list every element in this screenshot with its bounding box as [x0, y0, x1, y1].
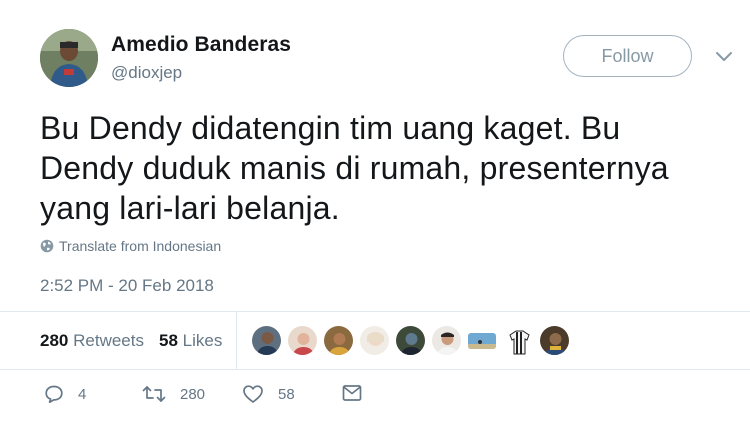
- follow-button[interactable]: Follow: [563, 35, 692, 77]
- retweets-stat[interactable]: 280 Retweets: [40, 331, 144, 351]
- more-options-chevron-down-icon[interactable]: [713, 47, 735, 67]
- liker-avatar[interactable]: [251, 325, 282, 356]
- tweet-text: Bu Dendy didatengin tim uang kaget. Bu D…: [40, 110, 669, 226]
- tweet-actions: 4 280 58: [0, 384, 750, 414]
- liker-avatar[interactable]: [395, 325, 426, 356]
- likes-label: Likes: [182, 331, 223, 350]
- envelope-icon: [342, 385, 362, 401]
- reply-icon: [45, 385, 63, 404]
- retweet-count: 280: [180, 385, 206, 403]
- liker-avatar[interactable]: [431, 325, 462, 356]
- like-button[interactable]: 58: [242, 384, 295, 404]
- translate-label: Translate from Indonesian: [59, 238, 222, 254]
- user-avatar-icon: [40, 29, 98, 87]
- liker-avatar[interactable]: [503, 325, 534, 356]
- reply-count: 4: [78, 385, 87, 403]
- direct-message-button[interactable]: [342, 384, 362, 402]
- author-display-name[interactable]: Amedio Banderas: [111, 33, 291, 57]
- retweets-count: 280: [40, 331, 69, 350]
- stats-divider-top: [0, 311, 750, 312]
- reply-button[interactable]: 4: [44, 384, 86, 404]
- like-count: 58: [278, 385, 295, 403]
- liker-avatar[interactable]: [539, 325, 570, 356]
- liker-avatar[interactable]: [287, 325, 318, 356]
- tweet-timestamp[interactable]: 2:52 PM - 20 Feb 2018: [40, 276, 214, 296]
- likes-stat[interactable]: 58 Likes: [159, 331, 222, 351]
- retweet-icon: [142, 386, 166, 402]
- author-username[interactable]: @dioxjep: [111, 63, 182, 83]
- liker-avatar[interactable]: [323, 325, 354, 356]
- stats-divider-vertical: [236, 311, 237, 369]
- liker-avatar[interactable]: [359, 325, 390, 356]
- heart-icon: [243, 385, 263, 403]
- liker-avatar[interactable]: [467, 332, 497, 350]
- likes-count: 58: [159, 331, 178, 350]
- globe-icon: [40, 239, 54, 253]
- author-avatar[interactable]: [40, 29, 98, 87]
- retweet-button[interactable]: 280: [142, 384, 205, 404]
- retweets-label: Retweets: [73, 331, 144, 350]
- stats-divider-bottom: [0, 369, 750, 370]
- translate-link[interactable]: Translate from Indonesian: [40, 238, 221, 254]
